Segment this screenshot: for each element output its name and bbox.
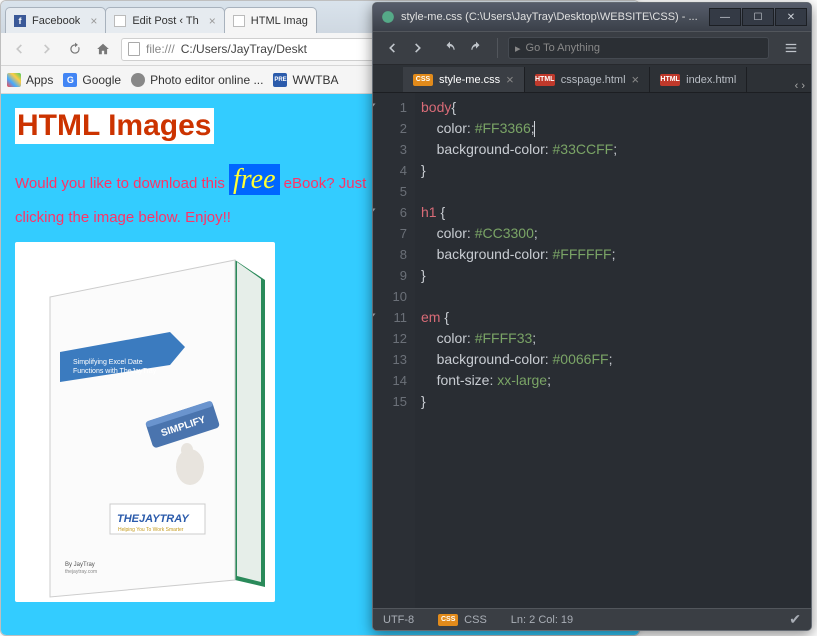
globe-icon [131, 73, 145, 87]
cursor-position: Ln: 2 Col: 19 [511, 614, 573, 626]
maximize-button[interactable]: ☐ [742, 8, 774, 26]
menu-button[interactable] [779, 37, 803, 59]
chevron-right-icon: › [801, 80, 805, 92]
goto-anything-input[interactable]: ▸ Go To Anything [508, 37, 769, 59]
tab-overflow[interactable]: ‹› [789, 80, 811, 92]
check-icon[interactable]: ✔ [789, 611, 801, 628]
close-icon[interactable]: × [632, 72, 640, 87]
svg-text:Functions with TheJayTray: Functions with TheJayTray [73, 368, 157, 375]
emphasized-free: free [229, 164, 280, 195]
minimize-button[interactable]: — [709, 8, 741, 26]
svg-text:By JayTray: By JayTray [65, 562, 95, 568]
tab-csspage-html[interactable]: HTML csspage.html × [525, 67, 650, 92]
tab-editpost[interactable]: Edit Post ‹ Th × [105, 7, 224, 33]
close-icon[interactable]: × [90, 14, 97, 28]
close-button[interactable]: ✕ [775, 8, 807, 26]
file-icon [128, 42, 140, 56]
editor-titlebar[interactable]: style-me.css (C:\Users\JayTray\Desktop\W… [373, 3, 811, 31]
svg-text:thejaytray.com: thejaytray.com [65, 569, 97, 575]
pre-icon: PRE [273, 73, 287, 87]
back-button[interactable] [9, 39, 29, 59]
doc-icon [114, 15, 126, 27]
bookmark-photoeditor[interactable]: Photo editor online ... [131, 73, 263, 87]
redo-button[interactable] [465, 37, 487, 59]
app-icon [381, 10, 395, 24]
close-icon[interactable]: × [506, 72, 514, 87]
html-icon: HTML [660, 74, 680, 86]
apps-icon [7, 73, 21, 87]
svg-text:Helping You To Work Smarter: Helping You To Work Smarter [118, 527, 184, 533]
goto-placeholder: Go To Anything [526, 42, 600, 54]
home-button[interactable] [93, 39, 113, 59]
facebook-icon: f [14, 15, 26, 27]
url-path: C:/Users/JayTray/Deskt [181, 42, 307, 56]
tab-label: HTML Imag [251, 15, 308, 27]
editor-window: style-me.css (C:\Users\JayTray\Desktop\W… [372, 2, 812, 631]
code-lines: body{ color: #FF3366; background-color: … [415, 93, 811, 608]
editor-tabs: CSS style-me.css × HTML csspage.html × H… [373, 65, 811, 93]
css-icon: CSS [413, 74, 433, 86]
tab-label: Edit Post ‹ Th [132, 15, 198, 27]
page-title: HTML Images [15, 108, 214, 144]
tab-htmlimages[interactable]: HTML Imag [224, 7, 317, 33]
status-bar: UTF-8 CSSCSS Ln: 2 Col: 19 ✔ [373, 608, 811, 630]
html-icon: HTML [535, 74, 555, 86]
bookmark-google[interactable]: GGoogle [63, 73, 121, 87]
undo-button[interactable] [439, 37, 461, 59]
bookmark-wwtba[interactable]: PREWWTBA [273, 73, 338, 87]
forward-button[interactable] [37, 39, 57, 59]
tab-style-me-css[interactable]: CSS style-me.css × [403, 67, 525, 92]
line-gutter: 123456789101112131415 [373, 93, 415, 608]
language-selector[interactable]: CSSCSS [438, 614, 487, 626]
tab-index-html[interactable]: HTML index.html [650, 67, 747, 92]
code-editor[interactable]: 123456789101112131415 body{ color: #FF33… [373, 93, 811, 608]
tab-label: Facebook [32, 15, 80, 27]
window-controls: — ☐ ✕ [709, 8, 807, 26]
editor-toolbar: ▸ Go To Anything [373, 31, 811, 65]
bookmark-apps[interactable]: Apps [7, 73, 53, 87]
window-title: style-me.css (C:\Users\JayTray\Desktop\W… [401, 11, 703, 23]
chevron-left-icon: ‹ [795, 80, 799, 92]
google-icon: G [63, 73, 77, 87]
tab-facebook[interactable]: f Facebook × [5, 7, 106, 33]
doc-icon [233, 15, 245, 27]
reload-button[interactable] [65, 39, 85, 59]
book-banner-text: Simplifying Excel Date [73, 359, 143, 366]
back-button[interactable] [381, 37, 403, 59]
ebook-image[interactable]: Simplifying Excel Date Functions with Th… [15, 242, 275, 602]
encoding[interactable]: UTF-8 [383, 614, 414, 626]
chevron-right-icon: ▸ [515, 42, 521, 55]
close-icon[interactable]: × [209, 14, 216, 28]
svg-text:THEJAYTRAY: THEJAYTRAY [117, 513, 190, 525]
url-protocol: file:/// [146, 42, 175, 56]
forward-button[interactable] [407, 37, 429, 59]
